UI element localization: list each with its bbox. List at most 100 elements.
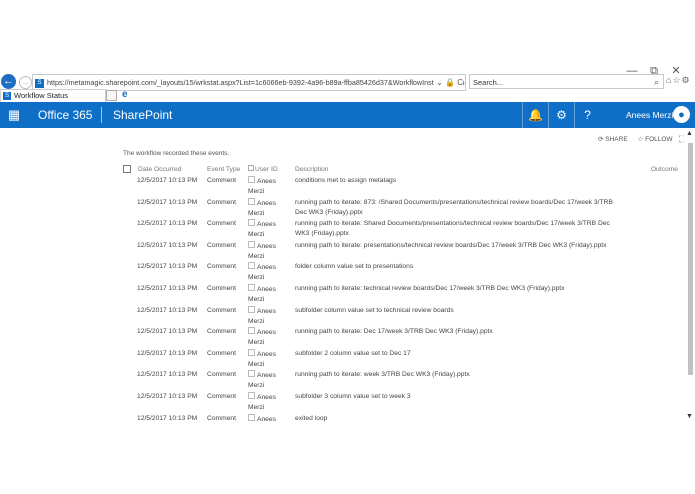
- settings-gear-icon[interactable]: ⚙: [682, 75, 691, 85]
- outcome-cell: [638, 349, 678, 371]
- user-cell[interactable]: Anees Merzi: [248, 305, 295, 328]
- description-cell: folder column value set to presentations: [295, 263, 414, 271]
- outcome-cell: [638, 392, 678, 414]
- user-name[interactable]: Anees Merzi: [626, 102, 673, 128]
- event-type-cell: Comment: [207, 220, 236, 228]
- browser-tab[interactable]: S Workflow Status: [0, 89, 106, 102]
- description-cell: running path to iterate: 873: /Shared Do…: [295, 198, 613, 216]
- table-row[interactable]: 12/5/2017 10:13 PM Comment Anees Merzi subfo…: [123, 348, 678, 371]
- date-cell: 12/5/2017 10:13 PM: [137, 198, 198, 206]
- suite-bar: ▦ Office 365 SharePoint 🔔 ⚙ ? Anees Merz…: [0, 102, 695, 128]
- edge-browser-icon[interactable]: e: [122, 89, 128, 100]
- header-event-type[interactable]: Event Type: [207, 162, 248, 176]
- description-cell: running path to iterate: Shared Document…: [295, 220, 610, 238]
- scroll-thumb[interactable]: [688, 143, 693, 375]
- scroll-down-icon[interactable]: ▼: [684, 413, 695, 423]
- event-type-cell: Comment: [207, 414, 236, 422]
- url-controls[interactable]: ⌄ 🔒 C: [434, 75, 463, 90]
- browser-toolbar-icons: ⌂☆⚙: [666, 75, 691, 86]
- favorites-star-icon[interactable]: ☆: [672, 75, 681, 85]
- sharepoint-tab-icon: S: [3, 92, 11, 101]
- sharepoint-title[interactable]: SharePoint: [113, 102, 172, 128]
- user-presence-icon: [248, 370, 255, 378]
- table-row[interactable]: 12/5/2017 10:13 PM Comment Anees Merzi runni…: [123, 370, 678, 392]
- user-cell[interactable]: Anees Merzi: [248, 219, 295, 241]
- user-presence-icon: [248, 262, 255, 270]
- table-row[interactable]: 12/5/2017 10:13 PM Comment Anees Merzi runni…: [123, 197, 678, 220]
- event-type-cell: Comment: [207, 284, 236, 292]
- office365-title[interactable]: Office 365: [38, 102, 92, 128]
- user-cell[interactable]: Anees Merzi: [248, 370, 295, 392]
- page-scrollbar[interactable]: ▲ ▼: [684, 130, 695, 424]
- outcome-cell: [638, 176, 678, 198]
- scroll-up-icon[interactable]: ▲: [684, 130, 695, 140]
- intro-text: The workflow recorded these events.: [123, 150, 230, 157]
- table-row[interactable]: 12/5/2017 10:13 PM Comment Anees Merzi subfo…: [123, 391, 678, 414]
- description-cell: conditions met to assign metatags: [295, 177, 397, 184]
- outcome-cell: [638, 327, 678, 349]
- date-cell: 12/5/2017 10:13 PM: [137, 414, 198, 422]
- user-cell[interactable]: Anees Merzi: [248, 262, 295, 284]
- date-cell: 12/5/2017 10:13 PM: [137, 306, 198, 314]
- user-cell[interactable]: Anees: [248, 413, 295, 436]
- user-presence-icon: [248, 197, 255, 205]
- user-cell[interactable]: Anees Merzi: [248, 240, 295, 263]
- date-cell: 12/5/2017 10:13 PM: [137, 328, 198, 336]
- description-cell: running path to iterate: technical revie…: [295, 284, 565, 292]
- user-presence-icon: [248, 413, 255, 421]
- table-row[interactable]: 12/5/2017 10:13 PM Comment Anees Merzi runni…: [123, 240, 678, 263]
- search-icon[interactable]: ⌕: [654, 75, 659, 90]
- header-user-id[interactable]: User ID: [248, 162, 295, 176]
- user-cell[interactable]: Anees Merzi: [248, 197, 295, 220]
- app-launcher-icon[interactable]: ▦: [0, 102, 28, 128]
- event-type-cell: Comment: [207, 392, 236, 400]
- divider: [101, 107, 102, 123]
- table-row[interactable]: 12/5/2017 10:13 PM Comment Anees Merzi folde…: [123, 262, 678, 284]
- date-cell: 12/5/2017 10:13 PM: [137, 284, 198, 292]
- notifications-bell-icon[interactable]: 🔔: [522, 102, 548, 128]
- event-type-cell: Comment: [207, 328, 236, 336]
- user-cell[interactable]: Anees Merzi: [248, 348, 295, 371]
- event-type-cell: Comment: [207, 177, 236, 184]
- header-description[interactable]: Description: [295, 162, 638, 176]
- share-label: SHARE: [605, 136, 628, 143]
- share-button[interactable]: ⟳ SHARE: [598, 135, 628, 143]
- event-type-cell: Comment: [207, 263, 236, 271]
- table-row[interactable]: 12/5/2017 10:13 PM Comment Anees Merzi runni…: [123, 327, 678, 349]
- table-row[interactable]: 12/5/2017 10:13 PM Comment Anees Merzi runni…: [123, 219, 678, 241]
- table-row[interactable]: 12/5/2017 10:13 PM Comment Anees Merzi subfo…: [123, 305, 678, 328]
- user-cell[interactable]: Anees Merzi: [248, 327, 295, 349]
- outcome-cell: [638, 241, 678, 263]
- event-type-cell: Comment: [207, 241, 236, 249]
- select-all-checkbox[interactable]: [123, 165, 131, 173]
- table-row[interactable]: 12/5/2017 10:13 PM Comment Anees Merzi runni…: [123, 283, 678, 306]
- outcome-cell: [638, 414, 678, 436]
- user-cell[interactable]: Anees Merzi: [248, 176, 295, 198]
- table-row[interactable]: 12/5/2017 10:13 PM Comment Anees exited loo…: [123, 413, 678, 436]
- header-outcome[interactable]: Outcome: [638, 162, 678, 176]
- outcome-cell: [638, 198, 678, 220]
- description-cell: subfolder 3 column value set to week 3: [295, 392, 411, 400]
- table-header-row: Date Occurred Event Type User ID Descrip…: [123, 162, 678, 176]
- description-cell: running path to iterate: week 3/TRB Dec …: [295, 371, 470, 379]
- date-cell: 12/5/2017 10:13 PM: [137, 371, 198, 379]
- help-icon[interactable]: ?: [574, 102, 600, 128]
- header-date[interactable]: Date Occurred: [123, 162, 207, 176]
- date-cell: 12/5/2017 10:13 PM: [137, 220, 198, 228]
- date-cell: 12/5/2017 10:13 PM: [137, 177, 198, 184]
- forward-arrow-icon[interactable]: →: [19, 76, 32, 89]
- description-cell: subfolder column value set to technical …: [295, 306, 454, 314]
- follow-button[interactable]: ☆ FOLLOW: [637, 135, 672, 143]
- table-row[interactable]: 12/5/2017 10:13 PM Comment Anees Merzi condi…: [123, 176, 678, 198]
- back-arrow-icon[interactable]: ←: [1, 74, 16, 89]
- settings-gear-icon[interactable]: ⚙: [548, 102, 574, 128]
- user-cell[interactable]: Anees Merzi: [248, 391, 295, 414]
- avatar-icon[interactable]: ●: [673, 106, 690, 123]
- event-type-cell: Comment: [207, 371, 236, 379]
- date-cell: 12/5/2017 10:13 PM: [137, 263, 198, 271]
- blank-area: [0, 0, 695, 62]
- new-tab-icon[interactable]: [106, 90, 117, 101]
- search-input[interactable]: Search... ⌕: [469, 74, 664, 89]
- user-cell[interactable]: Anees Merzi: [248, 283, 295, 306]
- user-presence-icon: [248, 240, 255, 248]
